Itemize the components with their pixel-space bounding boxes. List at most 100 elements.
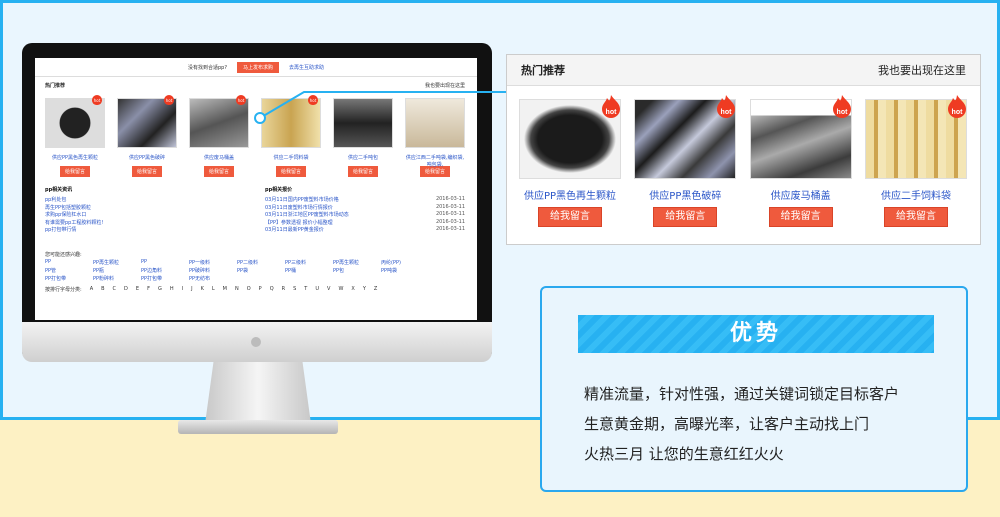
letter-link[interactable]: V: [327, 286, 330, 293]
screen-item-name[interactable]: 供应江西二手吨袋,编织袋,吨包袋,: [405, 154, 465, 168]
tag-link[interactable]: PP吨袋: [381, 267, 429, 275]
screen-item-name[interactable]: 供应PP黑色破碎: [117, 154, 177, 164]
screen-topbar: 没有找到合适pp? 马上发布求购 去再生互助求助: [35, 58, 477, 77]
product-image[interactable]: hot: [117, 95, 177, 148]
tag-link[interactable]: PP: [45, 259, 93, 267]
message-button[interactable]: 给我留言: [538, 207, 602, 227]
letter-link[interactable]: J: [191, 286, 192, 293]
letter-link[interactable]: B: [101, 286, 104, 293]
tag-link[interactable]: PP再生颗粒: [333, 259, 381, 267]
letter-link[interactable]: P: [259, 286, 262, 293]
callout-item[interactable]: hot 供应PP黑色再生颗粒 给我留言: [519, 95, 621, 227]
letter-link[interactable]: M: [223, 286, 227, 293]
screen-item[interactable]: hot 供应PP黑色破碎 给我留言: [117, 95, 177, 177]
tag-link[interactable]: PP打包带: [45, 275, 93, 283]
letter-link[interactable]: W: [338, 286, 343, 293]
screen-item[interactable]: hot 供应PP黑色再生颗粒 给我留言: [45, 95, 105, 177]
tag-link[interactable]: PP边角料: [141, 267, 189, 275]
letter-link[interactable]: N: [235, 286, 239, 293]
product-image[interactable]: hot: [189, 95, 249, 148]
message-button[interactable]: 给我留言: [60, 166, 90, 177]
callout-item-name[interactable]: 供应二手饲料袋: [865, 187, 967, 202]
callout-item-name[interactable]: 供应PP黑色破碎: [634, 187, 736, 202]
callout-item[interactable]: hot 供应废马桶盖 给我留言: [749, 95, 852, 227]
news-item[interactable]: 求购pp保险杠水口: [45, 211, 245, 219]
callout-item[interactable]: hot 供应PP黑色破碎 给我留言: [634, 95, 737, 227]
letter-link[interactable]: U: [315, 286, 319, 293]
callout-item-name[interactable]: 供应PP黑色再生颗粒: [519, 187, 621, 202]
price-item[interactable]: 03月11日最新PP黄金报价 2016-03-11: [265, 226, 465, 234]
message-button[interactable]: 给我留言: [276, 166, 306, 177]
screen-item-name[interactable]: 供应PP黑色再生颗粒: [45, 154, 105, 164]
tag-link[interactable]: 丙纶(PP): [381, 259, 429, 267]
letter-link[interactable]: H: [170, 286, 174, 293]
message-button[interactable]: 给我留言: [348, 166, 378, 177]
letter-link[interactable]: Z: [374, 286, 377, 293]
letter-link[interactable]: Y: [363, 286, 366, 293]
message-button[interactable]: 给我留言: [768, 207, 833, 227]
callout-title: 热门推荐: [521, 64, 565, 77]
tag-link[interactable]: PP一级料: [189, 259, 237, 267]
letter-link[interactable]: D: [124, 286, 128, 293]
tag-link[interactable]: PP再生颗粒: [93, 259, 141, 267]
letter-link[interactable]: R: [282, 286, 285, 293]
tag-link[interactable]: PP管: [45, 267, 93, 275]
callout-right-link[interactable]: 我也要出现在这里: [878, 62, 966, 78]
letter-link[interactable]: S: [293, 286, 296, 293]
screen-item-name[interactable]: 供应二手吨包: [333, 154, 393, 164]
hot-recommend-callout: 热门推荐 我也要出现在这里 hot 供应PP黑色再生颗粒 给我留言 hot 供应…: [506, 54, 981, 245]
message-button[interactable]: 给我留言: [204, 166, 234, 177]
callout-item-name[interactable]: 供应废马桶盖: [750, 187, 852, 202]
callout-item[interactable]: hot 供应二手饲料袋 给我留言: [864, 95, 967, 227]
product-image[interactable]: hot: [864, 95, 967, 179]
tag-link[interactable]: PP打包带: [141, 275, 189, 283]
message-button[interactable]: 给我留言: [653, 207, 718, 227]
svg-text:hot: hot: [952, 109, 964, 116]
message-button[interactable]: 给我留言: [883, 207, 948, 227]
letter-link[interactable]: L: [212, 286, 215, 293]
help-link[interactable]: 去再生互助求助: [289, 64, 324, 71]
tag-link[interactable]: PP二级料: [237, 259, 285, 267]
price-item[interactable]: 【PP】参数透视 报价小幅整理 2016-03-11: [265, 219, 465, 227]
letter-link[interactable]: A: [90, 286, 93, 293]
product-image[interactable]: hot: [519, 95, 621, 179]
advantage-line: 精准流量，针对性强，通过关键词锁定目标客户: [584, 385, 900, 403]
news-item[interactable]: pp打包带行情: [45, 226, 245, 234]
publish-button[interactable]: 马上发布求购: [236, 61, 279, 73]
letter-link[interactable]: Q: [270, 286, 274, 293]
screen-item-name[interactable]: 供应二手饲料袋: [261, 154, 321, 164]
letter-link[interactable]: F: [147, 286, 150, 293]
message-button[interactable]: 给我留言: [132, 166, 162, 177]
price-item[interactable]: 03月11日废塑料市场行情报价 2016-03-11: [265, 204, 465, 212]
price-item[interactable]: 03月11日国内PP废塑料市场价格 2016-03-11: [265, 196, 465, 204]
news-item[interactable]: 有谁需要pp工程胶料颗粒!: [45, 219, 245, 227]
product-image[interactable]: hot: [45, 95, 105, 148]
letter-link[interactable]: G: [158, 286, 162, 293]
tag-link[interactable]: PP粉碎料: [93, 275, 141, 283]
letter-link[interactable]: T: [304, 286, 307, 293]
tag-link[interactable]: PP包: [333, 267, 381, 275]
letter-link[interactable]: O: [247, 286, 251, 293]
tag-link[interactable]: PP三级料: [285, 259, 333, 267]
product-image[interactable]: hot: [749, 95, 852, 179]
screen-hot-title: 热门推荐: [45, 83, 66, 89]
news-item[interactable]: 再生PP包括塑胶颗粒: [45, 204, 245, 212]
tag-link[interactable]: PP: [141, 259, 189, 267]
letter-link[interactable]: I: [182, 286, 183, 293]
letter-link[interactable]: X: [351, 286, 354, 293]
screen-item[interactable]: hot 供应废马桶盖 给我留言: [189, 95, 249, 177]
tag-link[interactable]: PP瓶: [93, 267, 141, 275]
tag-link[interactable]: PP破碎料: [189, 267, 237, 275]
tag-link[interactable]: PP桶: [285, 267, 333, 275]
screen-item-name[interactable]: 供应废马桶盖: [189, 154, 249, 164]
tag-link[interactable]: PP袋: [237, 267, 285, 275]
tag-link[interactable]: PP无纺布: [189, 275, 237, 283]
product-image[interactable]: hot: [634, 95, 737, 179]
price-item[interactable]: 03月11日浙江地区PP废塑料市场动态 2016-03-11: [265, 211, 465, 219]
letter-link[interactable]: C: [113, 286, 117, 293]
letter-link[interactable]: E: [136, 286, 139, 293]
letter-link[interactable]: K: [201, 286, 204, 293]
news-item[interactable]: pp利处包: [45, 196, 245, 204]
callout-connector: [254, 91, 506, 124]
message-button[interactable]: 给我留言: [420, 166, 450, 177]
